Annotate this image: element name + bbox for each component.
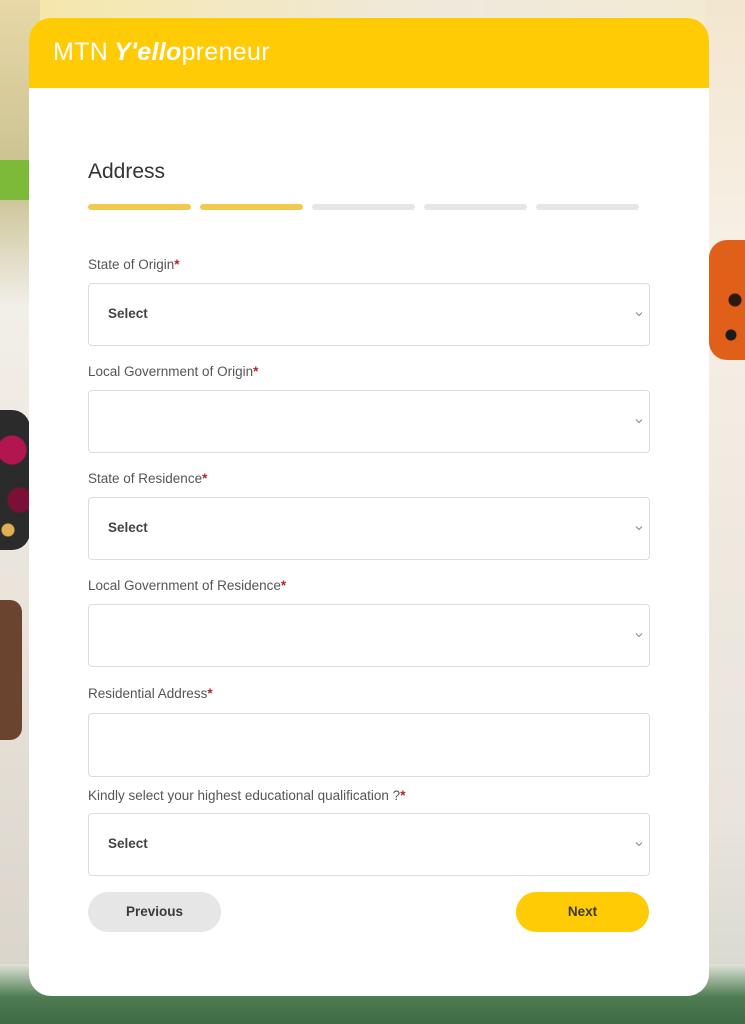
state-origin-value: Select: [108, 306, 148, 321]
address-label-text: Residential Address: [88, 686, 208, 701]
lga-origin-label-text: Local Government of Origin: [88, 364, 254, 379]
lga-residence-label-text: Local Government of Residence: [88, 578, 281, 593]
brand-logo: MTN Y'ellopreneur: [53, 38, 270, 67]
chevron-down-icon: [635, 310, 643, 318]
chevron-down-icon: [635, 417, 643, 425]
state-residence-label: State of Residence*: [88, 471, 207, 486]
lga-origin-label: Local Government of Origin*: [88, 364, 258, 379]
required-marker: *: [280, 578, 287, 593]
required-marker: *: [400, 788, 406, 803]
state-residence-value: Select: [108, 520, 148, 535]
background-person-floral: [0, 410, 30, 550]
background-green-sign: [0, 160, 30, 200]
chevron-down-icon: [635, 840, 643, 848]
progress-step-3: [312, 204, 415, 210]
next-button[interactable]: Next: [516, 892, 649, 932]
residential-address-input[interactable]: [88, 713, 650, 777]
required-marker: *: [207, 686, 213, 701]
logo-preneur: preneur: [181, 38, 270, 66]
qualification-value: Select: [108, 836, 148, 851]
state-origin-label-text: State of Origin: [88, 257, 175, 272]
qualification-label: Kindly select your highest educational q…: [88, 788, 405, 803]
chevron-down-icon: [635, 631, 643, 639]
qualification-select[interactable]: Select: [88, 813, 650, 876]
progress-step-4: [424, 204, 527, 210]
qualification-label-text: Kindly select your highest educational q…: [88, 788, 401, 803]
state-origin-label: State of Origin*: [88, 257, 180, 272]
lga-origin-select[interactable]: [88, 390, 650, 453]
state-origin-select[interactable]: Select: [88, 283, 650, 346]
background-orange-fabric: [709, 240, 745, 360]
logo-yello: Y'ello: [114, 38, 182, 66]
state-residence-label-text: State of Residence: [88, 471, 203, 486]
logo-mtn: MTN: [53, 38, 109, 66]
form-card: MTN Y'ellopreneur Address State of Origin…: [29, 18, 709, 996]
chevron-down-icon: [635, 524, 643, 532]
address-label: Residential Address*: [88, 686, 213, 701]
lga-residence-select[interactable]: [88, 604, 650, 667]
previous-button[interactable]: Previous: [88, 892, 221, 932]
card-header: MTN Y'ellopreneur: [29, 18, 709, 88]
required-marker: *: [253, 364, 259, 379]
progress-step-2: [200, 204, 303, 210]
background-right: [705, 0, 745, 1024]
progress-stepper: [88, 204, 640, 210]
background-person-arm: [0, 600, 22, 740]
required-marker: *: [202, 471, 208, 486]
section-title: Address: [88, 160, 166, 183]
state-residence-select[interactable]: Select: [88, 497, 650, 560]
progress-step-5: [536, 204, 639, 210]
progress-step-1: [88, 204, 191, 210]
required-marker: *: [174, 257, 180, 272]
lga-residence-label: Local Government of Residence*: [88, 578, 286, 593]
